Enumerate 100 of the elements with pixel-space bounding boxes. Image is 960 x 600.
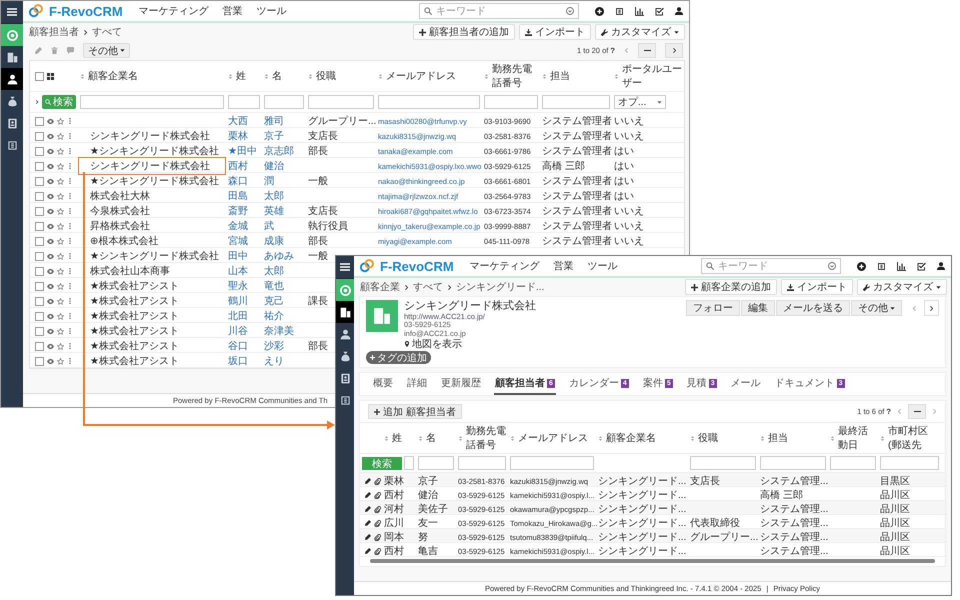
header-button[interactable]: インポート	[519, 24, 591, 40]
user-icon[interactable]	[937, 262, 945, 270]
eye-icon[interactable]	[47, 342, 54, 350]
star-icon[interactable]	[57, 342, 64, 350]
link[interactable]: 健治	[264, 161, 284, 172]
menu-item[interactable]: ツール	[588, 259, 618, 273]
sort-icon[interactable]	[510, 436, 515, 441]
filter-field[interactable]	[830, 456, 876, 470]
chart-icon[interactable]	[635, 6, 644, 16]
row-checkbox[interactable]	[35, 356, 44, 366]
breadcrumb-item[interactable]: すべて	[413, 280, 443, 294]
link[interactable]: 坂口	[228, 356, 248, 367]
star-icon[interactable]	[57, 118, 64, 124]
filter-field[interactable]	[880, 456, 939, 470]
link[interactable]: 田島	[228, 191, 248, 202]
row-checkbox[interactable]	[35, 282, 44, 290]
dots-icon[interactable]	[67, 343, 73, 349]
breadcrumb-item[interactable]: シンキングリード...	[456, 280, 544, 294]
dots-icon[interactable]	[67, 268, 73, 274]
sort-icon[interactable]	[264, 74, 269, 78]
star-icon[interactable]	[57, 178, 64, 184]
add-tag-button[interactable]: タグの追加	[366, 351, 431, 364]
filter-field[interactable]	[484, 94, 538, 108]
row-checkbox[interactable]	[35, 266, 44, 276]
chevron-left-icon[interactable]	[897, 409, 902, 414]
link[interactable]: 雅司	[264, 116, 284, 127]
link[interactable]: 斎野	[228, 206, 248, 217]
menu-item[interactable]: ツール	[256, 4, 287, 18]
link[interactable]: 英雄	[264, 206, 284, 217]
star-icon[interactable]	[57, 148, 64, 154]
link[interactable]: 竜也	[264, 281, 284, 292]
column-header[interactable]: 勤務先電話番号	[492, 62, 538, 90]
dots-icon[interactable]	[67, 253, 73, 259]
dots-icon[interactable]	[67, 358, 73, 364]
record-action-button[interactable]: その他	[851, 300, 902, 316]
pencil-icon[interactable]	[365, 534, 371, 540]
more-button[interactable]: その他	[83, 43, 130, 58]
row-checkbox[interactable]	[35, 162, 44, 170]
search-field[interactable]: キーワード	[419, 3, 579, 19]
sort-icon[interactable]	[228, 74, 233, 78]
link[interactable]: 宮城	[228, 236, 248, 247]
pencil-icon[interactable]	[365, 520, 371, 526]
star-icon[interactable]	[57, 208, 64, 214]
map-link[interactable]: 地図を表示	[412, 338, 462, 350]
filter-field[interactable]	[458, 456, 506, 470]
record-action-button[interactable]: フォロー	[686, 300, 740, 316]
sort-icon[interactable]	[542, 74, 547, 78]
sort-icon[interactable]	[598, 436, 603, 441]
star-icon[interactable]	[57, 312, 64, 320]
column-header[interactable]: 担当	[768, 431, 788, 446]
search-input[interactable]: キーワード	[436, 5, 562, 17]
select-all-checkbox[interactable]	[35, 72, 44, 80]
dots-icon[interactable]	[67, 298, 73, 304]
filter-field[interactable]	[690, 456, 756, 470]
dots-icon[interactable]	[67, 328, 73, 334]
filter-field[interactable]	[264, 94, 304, 108]
filter-field[interactable]	[510, 456, 594, 470]
link[interactable]: 森口	[228, 176, 248, 187]
next-record-button[interactable]	[924, 300, 939, 316]
eye-icon[interactable]	[47, 222, 54, 230]
column-header[interactable]: 顧客企業名	[88, 69, 138, 83]
link[interactable]: 金城	[228, 221, 248, 232]
pencil-icon[interactable]	[365, 548, 371, 554]
link[interactable]: 祐介	[264, 311, 284, 322]
sort-icon[interactable]	[760, 436, 765, 441]
breadcrumb-item[interactable]: すべて	[92, 25, 122, 39]
row-checkbox[interactable]	[35, 326, 44, 336]
link[interactable]: 太郎	[264, 266, 284, 277]
row-checkbox[interactable]	[35, 146, 44, 156]
star-icon[interactable]	[57, 268, 64, 274]
link[interactable]: 沙彩	[264, 341, 284, 352]
filter-field[interactable]	[378, 94, 480, 108]
dots-icon[interactable]	[67, 178, 73, 184]
star-icon[interactable]	[57, 358, 64, 364]
column-header[interactable]: 勤務先電話番号	[466, 424, 506, 452]
sort-icon[interactable]	[308, 74, 313, 78]
page-size-button[interactable]	[908, 404, 926, 420]
star-icon[interactable]	[57, 132, 64, 140]
grid-icon[interactable]	[47, 72, 54, 80]
dots-icon[interactable]	[67, 163, 73, 169]
link[interactable]: 谷口	[228, 341, 248, 352]
column-header[interactable]: 姓	[392, 431, 402, 446]
star-icon[interactable]	[57, 298, 64, 304]
sidebar-item[interactable]	[1, 68, 23, 90]
link[interactable]: 奈津美	[264, 326, 294, 337]
dots-icon[interactable]	[67, 223, 73, 229]
eye-icon[interactable]	[47, 252, 54, 260]
row-checkbox[interactable]	[35, 312, 44, 320]
filter-field[interactable]	[308, 94, 374, 108]
column-header[interactable]: 最終活動日	[838, 424, 876, 452]
dots-icon[interactable]	[67, 133, 73, 139]
user-icon[interactable]	[675, 7, 683, 15]
sort-icon[interactable]	[418, 436, 423, 441]
eye-icon[interactable]	[47, 282, 54, 290]
link[interactable]: 栗林	[228, 131, 248, 142]
portal-filter-dropdown[interactable]: オプ...	[614, 95, 666, 109]
eye-icon[interactable]	[47, 192, 54, 200]
sort-icon[interactable]	[378, 74, 383, 78]
star-icon[interactable]	[57, 252, 64, 260]
link[interactable]: 川谷	[228, 326, 248, 337]
